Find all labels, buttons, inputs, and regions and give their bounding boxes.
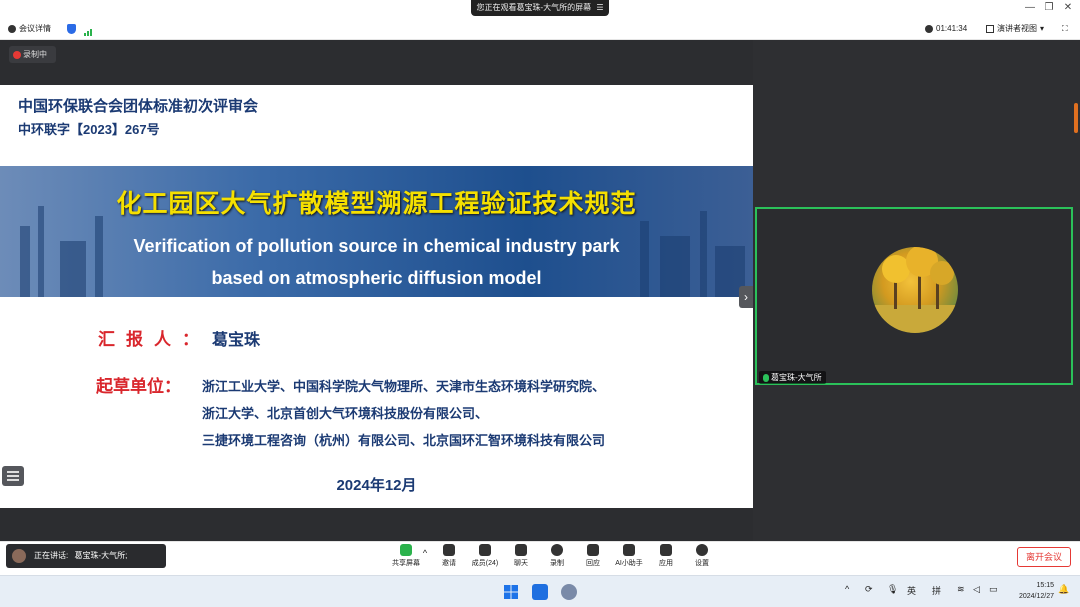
- minimize-icon[interactable]: —: [1021, 2, 1039, 14]
- record-label: 录制: [550, 560, 564, 567]
- wifi-icon[interactable]: ≋: [957, 584, 965, 595]
- screen-share-banner[interactable]: 您正在观看葛宝珠-大气所的屏幕 ☰: [471, 0, 609, 16]
- info-icon: [8, 24, 16, 33]
- share-options-chevron-icon[interactable]: ^: [418, 548, 432, 558]
- apps-label: 应用: [659, 560, 673, 567]
- timer-text: 01:41:34: [936, 24, 968, 33]
- system-clock[interactable]: 15:15 2024/12/27: [1004, 580, 1054, 602]
- screen-share-icon: [400, 544, 412, 556]
- meeting-app-taskbar-icon[interactable]: [532, 584, 548, 600]
- presentation-slide: 中国环保联合会团体标准初次评审会 中环联字【2023】267号 化工园区大气扩散…: [0, 85, 753, 508]
- participant-name: 葛宝珠-大气所: [771, 373, 822, 382]
- meeting-timer: 01:41:34: [925, 22, 967, 36]
- menu-icon[interactable]: ☰: [596, 3, 603, 12]
- security-shield-icon[interactable]: [67, 22, 76, 36]
- title-bar: 您正在观看葛宝珠-大气所的屏幕 ☰ — ❐ ✕: [0, 0, 1080, 18]
- slide-title-banner: 化工园区大气扩散模型溯源工程验证技术规范 Verification of pol…: [0, 166, 753, 297]
- panel-scrollbar[interactable]: [1074, 103, 1078, 133]
- reporter-label: 汇报人：: [98, 330, 210, 349]
- recording-label: 录制中: [23, 50, 47, 59]
- clock-date: 2024/12/27: [1018, 593, 1054, 600]
- chevron-right-icon[interactable]: ›: [739, 286, 753, 308]
- drafter-label: 起草单位：: [96, 377, 181, 396]
- recording-badge[interactable]: 录制中: [9, 46, 56, 63]
- speaking-name: 葛宝珠-大气所;: [74, 551, 128, 560]
- tray-microphone-icon[interactable]: 🎙: [887, 584, 898, 595]
- slide-date: 2024年12月: [336, 477, 417, 494]
- meeting-details-button[interactable]: 会议详情: [8, 22, 51, 36]
- clock-time: 15:15: [1036, 582, 1054, 589]
- slide-title-chinese: 化工园区大气扩散模型溯源工程验证技术规范: [116, 190, 637, 218]
- ime-mode[interactable]: 拼: [932, 584, 941, 597]
- settings-icon: [696, 544, 708, 556]
- meeting-details-label: 会议详情: [19, 24, 51, 33]
- notification-bell-icon[interactable]: 🔔: [1058, 584, 1069, 595]
- avatar-photo: [872, 247, 958, 333]
- battery-icon[interactable]: ▭: [989, 584, 998, 595]
- view-mode-label: 演讲者视图: [997, 24, 1037, 33]
- chevron-down-icon: ▾: [1040, 24, 1045, 33]
- slide-header-line1: 中国环保联合会团体标准初次评审会: [18, 98, 259, 115]
- ime-language[interactable]: 英: [907, 584, 916, 597]
- restore-icon[interactable]: ❐: [1040, 2, 1058, 14]
- invite-label: 邀请: [442, 560, 456, 567]
- members-button[interactable]: 成员(24): [470, 544, 500, 568]
- members-label: 成员(24): [471, 560, 499, 567]
- record-icon: [551, 544, 563, 556]
- leave-meeting-button[interactable]: 离开会议: [1017, 547, 1071, 567]
- chat-label: 聊天: [514, 560, 528, 567]
- settings-button[interactable]: 设置: [687, 544, 717, 568]
- participant-name-tag: 葛宝珠-大气所: [759, 371, 826, 384]
- apps-button[interactable]: 应用: [651, 544, 681, 568]
- reporter-name: 葛宝珠: [212, 332, 261, 349]
- sidebar-toggle-icon[interactable]: [2, 466, 24, 486]
- view-mode-dropdown[interactable]: 演讲者视图 ▾: [986, 22, 1044, 36]
- volume-icon[interactable]: ◁: [973, 584, 980, 595]
- reaction-button[interactable]: 回应: [578, 544, 608, 568]
- tray-sync-icon[interactable]: ⟳: [865, 584, 873, 595]
- meeting-window: 您正在观看葛宝珠-大气所的屏幕 ☰ — ❐ ✕ 会议详情 01:41:34 演讲…: [0, 0, 1080, 607]
- active-speaker-indicator: 正在讲话: 葛宝珠-大气所;: [6, 544, 166, 568]
- chat-button[interactable]: 聊天: [506, 544, 536, 568]
- invite-icon: [443, 544, 455, 556]
- drafter-line: 浙江工业大学、中国科学院大气物理所、天津市生态环境科学研究院、: [202, 379, 606, 394]
- apps-icon: [660, 544, 672, 556]
- drafter-line: 三捷环境工程咨询（杭州）有限公司、北京国环汇智环境科技有限公司: [202, 433, 606, 448]
- speaking-label: 正在讲话:: [34, 551, 69, 560]
- settings-app-taskbar-icon[interactable]: [561, 584, 577, 600]
- microphone-icon: [763, 373, 769, 382]
- chat-icon: [515, 544, 527, 556]
- ai-assistant-button[interactable]: AI小助手: [614, 544, 644, 568]
- invite-button[interactable]: 邀请: [434, 544, 464, 568]
- slide-title-english-line1: Verification of pollution source in chem…: [133, 236, 620, 256]
- reaction-label: 回应: [586, 560, 600, 567]
- clock-icon: [925, 24, 933, 33]
- recording-icon: [13, 50, 21, 59]
- fullscreen-icon[interactable]: ⛶: [1062, 22, 1068, 36]
- windows-start-icon[interactable]: [503, 584, 519, 600]
- slide-title-english: Verification of pollution source in chem…: [0, 230, 753, 294]
- share-screen-label: 共享屏幕: [392, 560, 420, 567]
- slide-title-english-line2: based on atmospheric diffusion model: [211, 268, 542, 288]
- ai-assistant-label: AI小助手: [615, 560, 643, 567]
- share-banner-text: 您正在观看葛宝珠-大气所的屏幕: [476, 3, 592, 12]
- share-screen-button[interactable]: 共享屏幕: [391, 544, 421, 568]
- close-icon[interactable]: ✕: [1059, 2, 1077, 14]
- participant-avatar: [872, 247, 958, 333]
- ai-assistant-icon: [623, 544, 635, 556]
- meeting-top-bar: 会议详情 01:41:34 演讲者视图 ▾ ⛶: [0, 18, 1080, 40]
- slide-header-line2: 中环联字【2023】267号: [18, 122, 160, 137]
- presenter-view-icon: [986, 24, 994, 33]
- record-button[interactable]: 录制: [542, 544, 572, 568]
- drafter-line: 浙江大学、北京首创大气环境科技股份有限公司、: [202, 406, 489, 421]
- network-signal-icon[interactable]: [84, 22, 93, 36]
- members-icon: [479, 544, 491, 556]
- tray-overflow-chevron-icon[interactable]: ^: [845, 584, 849, 594]
- settings-label: 设置: [695, 560, 709, 567]
- speaker-avatar: [12, 549, 26, 563]
- reaction-icon: [587, 544, 599, 556]
